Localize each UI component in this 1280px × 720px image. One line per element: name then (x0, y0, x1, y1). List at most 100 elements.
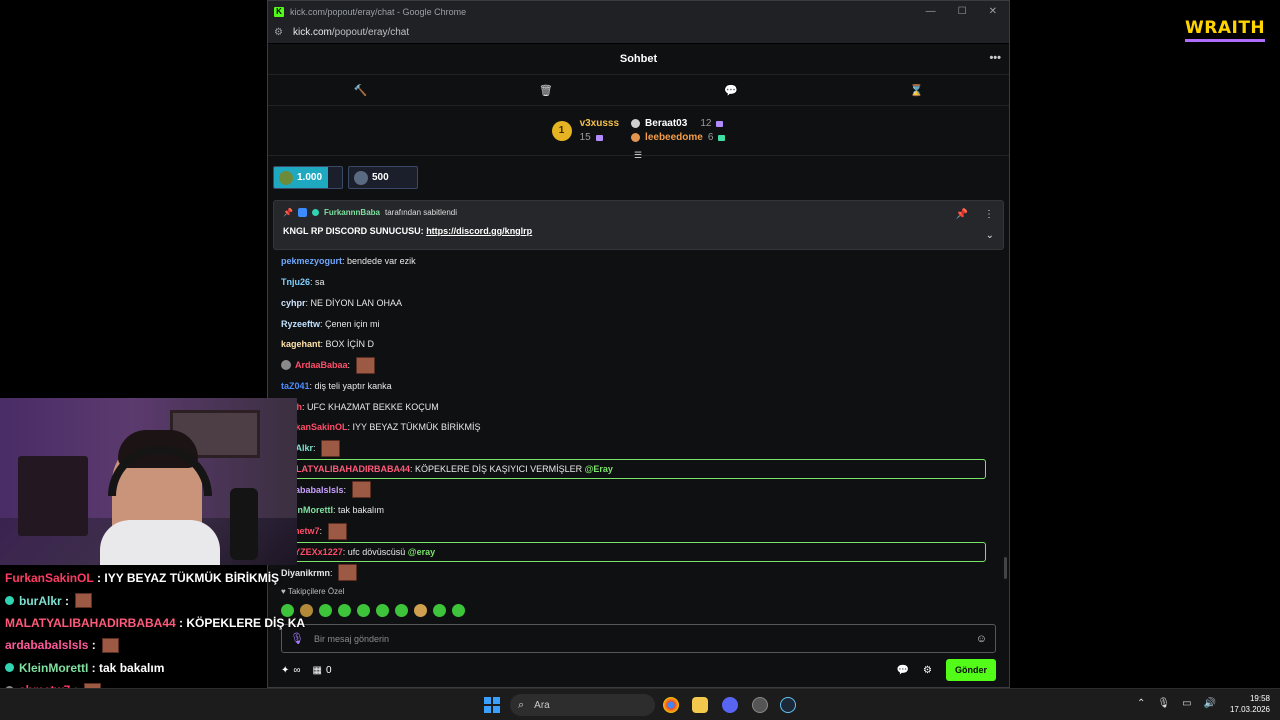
chat-separator: : (330, 567, 336, 578)
chat-message: Ryzeeftw: Çenen için mi (281, 313, 1001, 334)
send-button[interactable]: Gönder (945, 659, 996, 681)
chat-username[interactable]: taZ041 (281, 381, 310, 391)
chat-text: bendede var ezik (347, 256, 416, 267)
message-input[interactable]: 🎙 Bir mesaj gönderin ☺ (281, 624, 996, 653)
steam-taskbar-icon[interactable] (780, 697, 796, 713)
rank-3-name[interactable]: leebeedome (645, 132, 703, 143)
maximize-icon[interactable]: ☐ (958, 6, 967, 17)
sub-badge-icon (311, 209, 319, 216)
rank-3-badge-icon (631, 133, 641, 142)
clock-time: 19:58 (1249, 694, 1270, 703)
expand-chevron-icon[interactable]: ⌄ (986, 230, 994, 241)
gift-icon (595, 134, 603, 141)
chat-emote[interactable] (327, 522, 347, 540)
emote-button[interactable] (452, 604, 465, 617)
rank-1-name[interactable]: v3xusss (580, 118, 619, 129)
chat-emote[interactable] (321, 439, 341, 457)
start-button[interactable] (484, 697, 500, 713)
emote-button[interactable] (395, 604, 408, 617)
overlay-chat-line: KleinMorettI : tak bakalım (5, 657, 300, 679)
rank-2-badge-icon (631, 119, 641, 128)
gift-icon (718, 134, 726, 141)
display-tray-icon[interactable]: ▭ (1182, 698, 1191, 709)
chat-message: KleinMorettI: tak bakalım (281, 500, 1001, 521)
chat-emote[interactable] (355, 356, 375, 374)
url-path: /popout/eray/chat (331, 27, 410, 38)
pinned-by-name[interactable]: FurkannnBaba (324, 208, 380, 217)
system-tray: ⌃ 🎙 ▭ 🔊 (1137, 698, 1216, 709)
site-info-icon[interactable]: ⚙ (274, 27, 283, 38)
hammer-icon: 🔨 (353, 84, 368, 97)
chat-settings-bubble-icon[interactable]: 💬 (897, 665, 909, 676)
emote-button[interactable] (376, 604, 389, 617)
microphone-tray-icon[interactable]: 🎙 (1157, 698, 1170, 709)
emote-button[interactable] (338, 604, 351, 617)
hourglass-icon: ⌛ (909, 84, 924, 97)
chat-username[interactable]: cyhpr (281, 298, 306, 308)
overlay-chat-line: FurkanSakinOL : IYY BEYAZ TÜKMÜK BİRİKMİ… (5, 571, 280, 586)
emote-button[interactable] (319, 604, 332, 617)
url-host: kick.com (292, 27, 332, 38)
user-badge-icon (281, 360, 291, 371)
chat-scrollbar[interactable] (1004, 557, 1007, 579)
emoji-icon[interactable]: ☺ (976, 633, 987, 645)
tray-chevron-icon[interactable]: ⌃ (1137, 698, 1145, 709)
overlay-text: IYY BEYAZ TÜKMÜK BİRİKMİŞ (104, 571, 280, 586)
store-button[interactable]: ▦ 0 (313, 665, 332, 676)
pinned-message: 📌 FurkannnBaba tarafından sabitlendi KNG… (273, 200, 1004, 250)
goal-bar-2[interactable]: 500 (348, 166, 418, 189)
chat-bubble-icon: 💬 (724, 84, 738, 97)
chat-username[interactable]: Tnju26 (281, 277, 310, 287)
chat-message: burAlkr: (281, 438, 1001, 459)
chat-mention[interactable]: @eray (408, 547, 435, 557)
chat-separator: : (313, 443, 319, 454)
address-bar[interactable]: ⚙ kick.com/popout/eray/chat (268, 22, 1009, 44)
overlay-username: ardababalslsls (5, 638, 89, 653)
hammer-button[interactable]: 🔨 (268, 84, 453, 97)
chat-username[interactable]: MALATYALIBAHADIRBABA44 (282, 464, 410, 474)
chat-message: cyhpr: NE DİYON LAN OHAA (281, 293, 1001, 314)
wraith-logo: WRAITH (1185, 18, 1266, 42)
chat-username[interactable]: kagehant (281, 339, 321, 349)
collapse-leaderboard-icon[interactable]: ☰ (634, 150, 642, 161)
emote-button[interactable] (357, 604, 370, 617)
chat-emote[interactable] (351, 481, 371, 499)
goal-avatar (354, 170, 368, 185)
taskbar-clock[interactable]: 19:58 17.03.2026 (1230, 693, 1270, 715)
overlay-chat-line: burAlkr : (5, 589, 300, 611)
goal-bar-1[interactable]: 1.000 (273, 166, 343, 189)
chat-message: FurkanSakinOL: IYY BEYAZ TÜKMÜK BİRİKMİŞ (281, 417, 1001, 438)
emote-button[interactable] (414, 604, 427, 617)
chat-message: Tnju26: sa (281, 272, 1001, 293)
taskbar-search[interactable]: ⌕ Ara (510, 694, 655, 716)
emote-button[interactable] (433, 604, 446, 617)
chat-username[interactable]: pekmezyogurt (281, 256, 342, 266)
chat-emote[interactable] (338, 564, 358, 582)
chat-text: BOX İÇİN D (325, 339, 375, 350)
chrome-taskbar-icon[interactable] (663, 697, 679, 713)
chat-mention[interactable]: @Eray (585, 464, 613, 474)
pinned-text: KNGL RP DISCORD SUNUCUSU: https://discor… (283, 226, 994, 236)
hourglass-button[interactable]: ⌛ (824, 84, 1009, 97)
obs-taskbar-icon[interactable] (752, 697, 768, 713)
pinned-more-icon[interactable]: ⋮ (984, 209, 994, 220)
file-explorer-taskbar-icon[interactable] (692, 697, 708, 713)
pinned-link[interactable]: https://discord.gg/knglrp (426, 226, 532, 236)
chat-footer: ✦ ∞ ▦ 0 💬 ⚙ Gönder (281, 658, 996, 682)
chat-message: pekmezyogurt: bendede var ezik (281, 251, 1001, 272)
settings-gear-icon[interactable]: ⚙ (923, 665, 932, 676)
more-options-icon[interactable]: ••• (989, 52, 1001, 64)
close-icon[interactable]: ✕ (989, 6, 997, 17)
discord-taskbar-icon[interactable] (722, 697, 738, 713)
rank-2-name[interactable]: Beraat03 (645, 118, 687, 129)
chat-bubble-button[interactable]: 💬 (639, 84, 824, 97)
chat-separator: : (347, 360, 353, 371)
chat-username[interactable]: Ryzeeftw (281, 319, 320, 329)
minimize-icon[interactable]: — (926, 6, 936, 17)
chat-message: taZ041: diş teli yaptır kanka (281, 376, 1001, 397)
volume-icon[interactable]: 🔊 (1204, 698, 1216, 709)
chat-username[interactable]: ArdaaBabaa (295, 360, 348, 370)
unpin-icon[interactable]: 📌 (956, 209, 968, 220)
trash-button[interactable]: 🗑 (453, 84, 638, 97)
chat-message: RAYZEXx1227: ufc dövüscüsü @eray (268, 541, 986, 563)
